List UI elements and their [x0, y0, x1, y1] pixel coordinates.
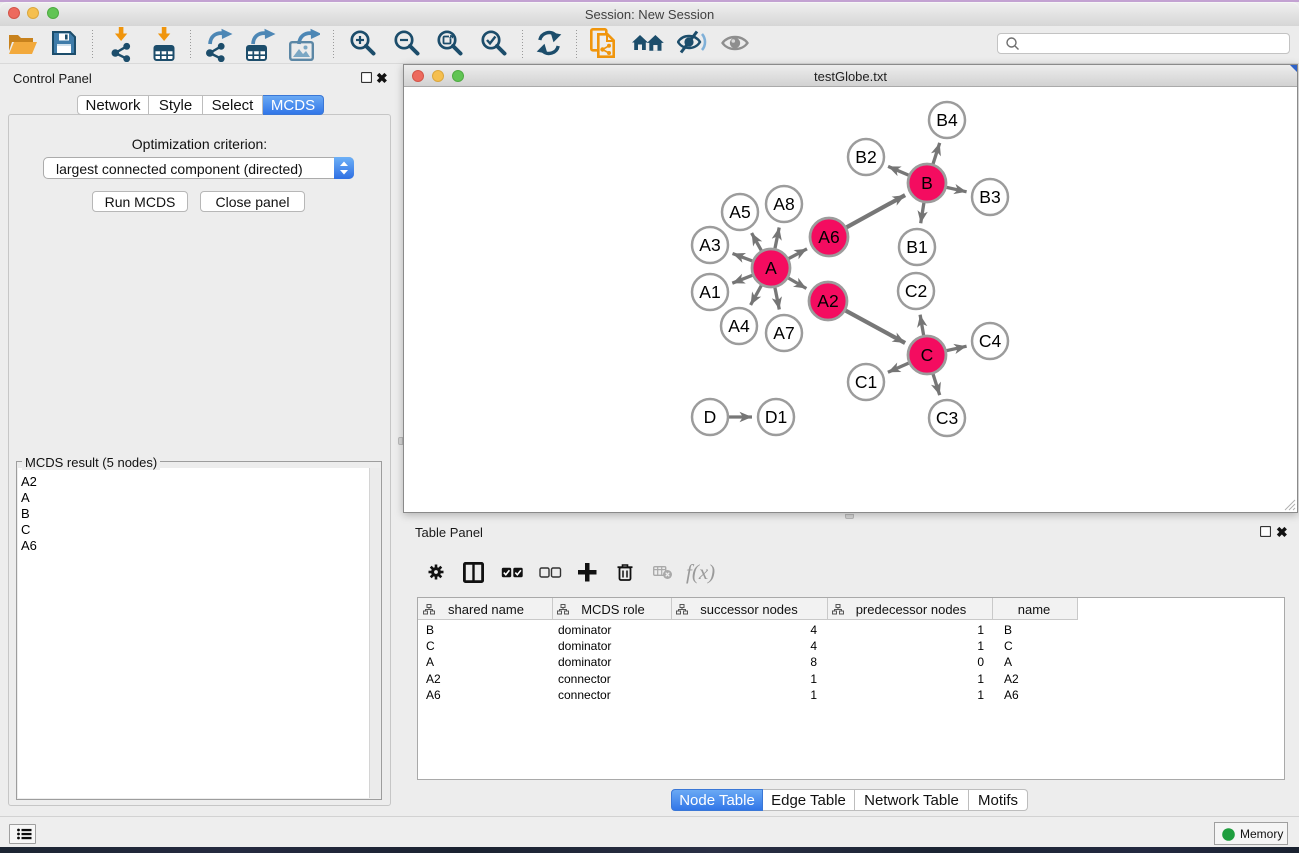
svg-text:C3: C3	[936, 408, 958, 428]
svg-text:A3: A3	[699, 235, 720, 255]
svg-text:A2: A2	[817, 291, 838, 311]
svg-text:C4: C4	[979, 331, 1002, 351]
svg-text:D: D	[704, 407, 717, 427]
svg-text:C2: C2	[905, 281, 927, 301]
svg-text:A1: A1	[699, 282, 720, 302]
svg-text:D1: D1	[765, 407, 787, 427]
svg-text:A7: A7	[773, 323, 794, 343]
svg-text:B1: B1	[906, 237, 927, 257]
svg-text:C1: C1	[855, 372, 877, 392]
svg-text:A4: A4	[728, 316, 750, 336]
svg-text:B3: B3	[979, 187, 1000, 207]
svg-text:C: C	[921, 345, 934, 365]
svg-text:B4: B4	[936, 110, 958, 130]
svg-text:B: B	[921, 173, 933, 193]
svg-text:A: A	[765, 258, 777, 278]
svg-text:A5: A5	[729, 202, 750, 222]
svg-text:A6: A6	[818, 227, 839, 247]
svg-text:B2: B2	[855, 147, 876, 167]
svg-text:A8: A8	[773, 194, 794, 214]
